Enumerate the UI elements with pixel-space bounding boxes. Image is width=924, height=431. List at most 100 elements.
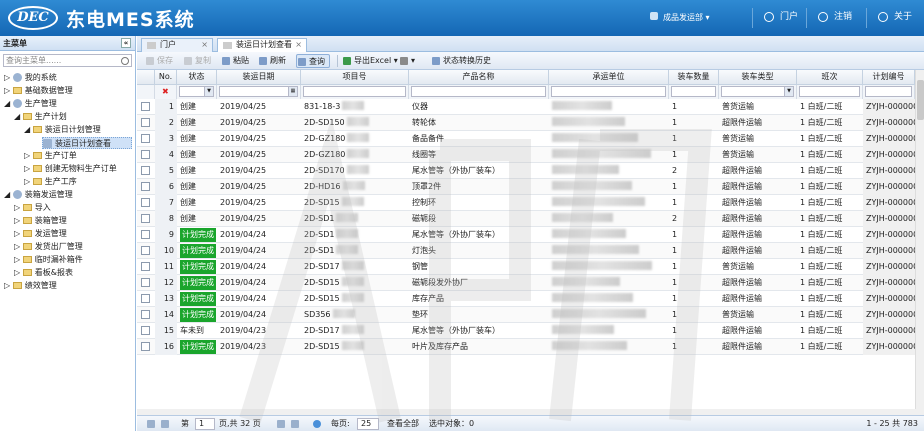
- col-header-shift[interactable]: 班次: [797, 70, 863, 85]
- row-checkbox[interactable]: [141, 262, 150, 271]
- sidebar-item-delivery[interactable]: ▷ 发货出厂管理: [14, 241, 83, 253]
- filter-qty[interactable]: [669, 85, 719, 99]
- last-page-icon[interactable]: [291, 420, 299, 428]
- sidebar-item-packing[interactable]: ▷ 装箱管理: [14, 215, 67, 227]
- dropdown-arrow-icon[interactable]: ▼: [204, 87, 213, 96]
- table-row[interactable]: 10 计划完成 2019/04/24 2D-SD1 灯泡头 1 超限件运输 1 白班/二班 ZY…: [137, 243, 924, 259]
- row-checkbox[interactable]: [141, 102, 150, 111]
- table-row[interactable]: 4 创建 2019/04/25 2D-GZ180 线圈等 1 普货运输 1 白班/二班 ZYJH…: [137, 147, 924, 163]
- scroll-thumb[interactable]: [917, 80, 924, 120]
- clear-filter-icon[interactable]: ✖: [155, 87, 169, 96]
- sidebar-item-production-plan[interactable]: ◢ 生产计划: [14, 111, 67, 123]
- sidebar-item-my-system[interactable]: ▷ 我的系统: [4, 72, 57, 84]
- table-row[interactable]: 2 创建 2019/04/25 2D-SD150 转轮体 1 超限件运输 1 白班/二班 ZYJ…: [137, 115, 924, 131]
- sidebar-item-packing-shipping[interactable]: ◢ 装箱发运管理: [4, 189, 73, 201]
- row-checkbox[interactable]: [141, 310, 150, 319]
- table-row[interactable]: 12 计划完成 2019/04/24 2D-SD15 磁轭段发外协厂 1 超限件运输 1 白班…: [137, 275, 924, 291]
- table-row[interactable]: 9 计划完成 2019/04/24 2D-SD1 尾水管等（外协厂装车） 1 超限件运输 1 …: [137, 227, 924, 243]
- calendar-icon[interactable]: ▦: [288, 87, 297, 96]
- table-row[interactable]: 5 创建 2019/04/25 2D-SD170 尾水管等（外协厂装车） 2 超限件运输 1 …: [137, 163, 924, 179]
- filter-status[interactable]: ▼: [177, 85, 217, 99]
- menu-search-input[interactable]: 查询主菜单......: [3, 54, 132, 67]
- filter-button[interactable]: ▾: [399, 54, 415, 68]
- vertical-scrollbar[interactable]: [915, 70, 924, 409]
- paste-button[interactable]: 粘贴: [221, 54, 249, 68]
- col-header-status[interactable]: 状态: [177, 70, 217, 85]
- sidebar-item-performance[interactable]: ▷ 绩效管理: [4, 280, 57, 292]
- col-header-qty[interactable]: 装车数量: [669, 70, 719, 85]
- export-excel-button[interactable]: 导出Excel ▾: [342, 54, 398, 68]
- sidebar-item-production[interactable]: ◢ 生产管理: [4, 98, 57, 110]
- col-header-carrier[interactable]: 承运单位: [549, 70, 669, 85]
- col-header-project[interactable]: 项目号: [301, 70, 409, 85]
- row-checkbox[interactable]: [141, 342, 150, 351]
- tab-shipment-plan-view[interactable]: 装运日计划查看 ×: [217, 38, 307, 53]
- filter-plan[interactable]: [863, 85, 915, 99]
- table-row[interactable]: 6 创建 2019/04/25 2D-HD16 顶罩2件 1 超限件运输 1 白班/二班 ZYJ…: [137, 179, 924, 195]
- sidebar-item-temp-missing[interactable]: ▷ 临时漏补箱件: [14, 254, 83, 266]
- user-menu[interactable]: 成品发运部 ▾: [650, 12, 710, 23]
- row-checkbox[interactable]: [141, 182, 150, 191]
- table-row[interactable]: 15 车未到 2019/04/23 2D-SD17 尾水管等（外协厂装车） 1 超限件运输 1…: [137, 323, 924, 339]
- row-checkbox[interactable]: [141, 198, 150, 207]
- row-checkbox[interactable]: [141, 326, 150, 335]
- sidebar-item-production-order[interactable]: ▷ 生产订单: [24, 150, 77, 162]
- filter-carrier[interactable]: [549, 85, 669, 99]
- row-checkbox[interactable]: [141, 230, 150, 239]
- table-row[interactable]: 11 计划完成 2019/04/24 2D-SD17 钢管 1 普货运输 1 白班/二班 ZYJ…: [137, 259, 924, 275]
- table-row[interactable]: 14 计划完成 2019/04/24 SD356 垫环 1 普货运输 1 白班/二班 ZYJH-…: [137, 307, 924, 323]
- refresh-button[interactable]: 刷新: [258, 54, 286, 68]
- filter-project[interactable]: [301, 85, 409, 99]
- first-page-icon[interactable]: [147, 420, 155, 428]
- filter-product[interactable]: [409, 85, 549, 99]
- collapse-sidebar-button[interactable]: «: [121, 38, 131, 48]
- sidebar-item-process[interactable]: ▷ 生产工序: [24, 176, 77, 188]
- filter-type[interactable]: ▼: [719, 85, 797, 99]
- table-row[interactable]: 3 创建 2019/04/25 2D-GZ180 备品备件 1 普货运输 1 白班/二班 ZYJ…: [137, 131, 924, 147]
- table-row[interactable]: 8 创建 2019/04/25 2D-SD1 磁轭段 2 超限件运输 1 白班/二班 ZYJH-…: [137, 211, 924, 227]
- col-header-plan[interactable]: 计划编号: [863, 70, 915, 85]
- about-button[interactable]: 关于: [872, 8, 912, 26]
- select-all-header[interactable]: [137, 70, 155, 85]
- row-checkbox[interactable]: [141, 246, 150, 255]
- sidebar-item-shipment-plan-mgmt[interactable]: ◢ 装运日计划管理: [24, 124, 101, 136]
- tab-portal[interactable]: 门户 ×: [141, 38, 213, 52]
- prev-page-icon[interactable]: [161, 420, 169, 428]
- sidebar-item-basic-data[interactable]: ▷ 基础数据管理: [4, 85, 73, 97]
- row-checkbox[interactable]: [141, 150, 150, 159]
- row-checkbox[interactable]: [141, 278, 150, 287]
- table-row[interactable]: 7 创建 2019/04/25 2D-SD15 控制环 1 超限件运输 1 白班/二班 ZYJH…: [137, 195, 924, 211]
- view-all-button[interactable]: 查看全部: [387, 418, 419, 430]
- sidebar-item-shipping[interactable]: ▷ 发运管理: [14, 228, 67, 240]
- filter-shift[interactable]: [797, 85, 863, 99]
- search-icon[interactable]: [121, 57, 129, 65]
- col-header-no[interactable]: No.: [155, 70, 177, 85]
- col-header-product[interactable]: 产品名称: [409, 70, 549, 85]
- status-history-button[interactable]: 状态转换历史: [431, 54, 491, 68]
- next-page-icon[interactable]: [277, 420, 285, 428]
- row-checkbox[interactable]: [141, 166, 150, 175]
- close-icon[interactable]: ×: [201, 39, 208, 51]
- close-icon[interactable]: ×: [295, 39, 302, 51]
- query-button[interactable]: 查询: [296, 54, 330, 68]
- row-checkbox[interactable]: [141, 214, 150, 223]
- table-row[interactable]: 13 计划完成 2019/04/24 2D-SD15 库存产品 1 超限件运输 1 白班/二班…: [137, 291, 924, 307]
- sidebar-item-create-order[interactable]: ▷ 创建无物料生产订单: [24, 163, 117, 175]
- col-header-type[interactable]: 装车类型: [719, 70, 797, 85]
- logout-button[interactable]: 注销: [812, 8, 852, 26]
- page-input[interactable]: 1: [195, 418, 215, 430]
- col-header-date[interactable]: 装运日期: [217, 70, 301, 85]
- table-row[interactable]: 1 创建 2019/04/25 831-18-3 仪器 1 普货运输 1 白班/二班 ZYJH-…: [137, 99, 924, 115]
- copy-button[interactable]: 复制: [183, 54, 211, 68]
- sidebar-item-board-report[interactable]: ▷ 看板&报表: [14, 267, 73, 279]
- refresh-icon[interactable]: [313, 420, 321, 428]
- per-page-input[interactable]: 25: [357, 418, 379, 430]
- sidebar-item-import[interactable]: ▷ 导入: [14, 202, 51, 214]
- row-checkbox[interactable]: [141, 118, 150, 127]
- clear-filter-cell[interactable]: ✖: [155, 85, 177, 99]
- filter-date[interactable]: ▦: [217, 85, 301, 99]
- row-checkbox[interactable]: [141, 294, 150, 303]
- save-button[interactable]: 保存: [145, 54, 173, 68]
- dropdown-arrow-icon[interactable]: ▼: [784, 87, 793, 96]
- sidebar-item-shipment-plan-view[interactable]: 装运日计划查看: [42, 137, 132, 149]
